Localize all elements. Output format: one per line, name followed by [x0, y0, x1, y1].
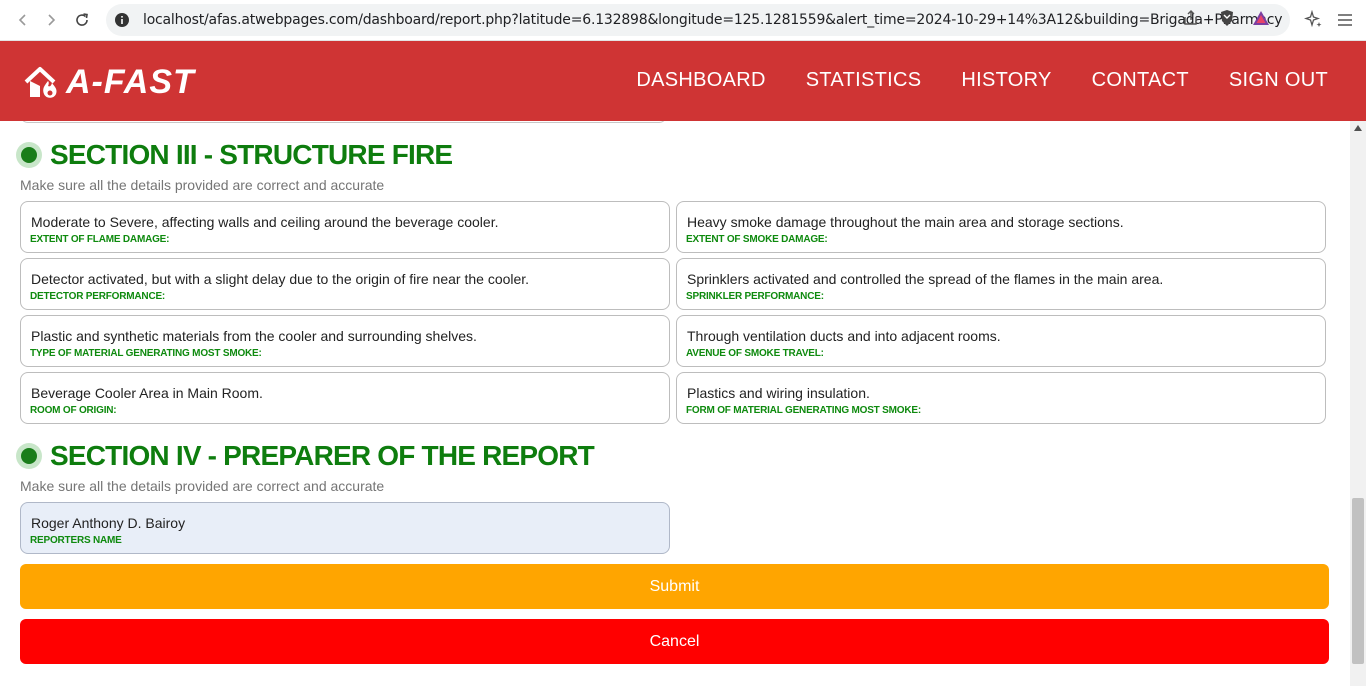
field-label: SPRINKLER PERFORMANCE: [686, 291, 824, 302]
app-header: A-FAST DASHBOARD STATISTICS HISTORY CONT… [0, 41, 1366, 121]
field-label: DETECTOR PERFORMANCE: [30, 291, 166, 302]
address-bar[interactable]: localhost/afas.atwebpages.com/dashboard/… [106, 4, 1290, 36]
field-value: Plastic and synthetic materials from the… [31, 328, 477, 344]
brave-rewards-icon[interactable] [1252, 9, 1270, 27]
field-label: AVENUE OF SMOKE TRAVEL: [686, 348, 824, 359]
field-label: FORM OF MATERIAL GENERATING MOST SMOKE: [686, 405, 921, 416]
section-3-header: SECTION III - STRUCTURE FIRE [16, 139, 453, 171]
logo-text: A-FAST [66, 63, 195, 101]
section-4-header: SECTION IV - PREPARER OF THE REPORT [16, 440, 595, 472]
cancel-button[interactable]: Cancel [20, 619, 1329, 664]
detector-performance-field[interactable]: Detector activated, but with a slight de… [20, 258, 670, 310]
forward-icon[interactable] [40, 9, 62, 31]
nav-contact[interactable]: CONTACT [1092, 69, 1189, 92]
section-4-subtitle: Make sure all the details provided are c… [20, 478, 385, 494]
menu-icon[interactable] [1335, 10, 1355, 30]
back-icon[interactable] [12, 9, 34, 31]
form-of-material-field[interactable]: Plastics and wiring insulation. FORM OF … [676, 372, 1326, 424]
field-value: Roger Anthony D. Bairoy [31, 515, 186, 531]
field-value: Moderate to Severe, affecting walls and … [31, 214, 499, 230]
field-value: Heavy smoke damage throughout the main a… [687, 214, 1124, 230]
section-4-title: SECTION IV - PREPARER OF THE REPORT [50, 440, 595, 471]
nav-history[interactable]: HISTORY [961, 69, 1051, 92]
logo[interactable]: A-FAST [24, 63, 195, 102]
section-bullet-icon [16, 142, 42, 168]
material-most-smoke-field[interactable]: Plastic and synthetic materials from the… [20, 315, 670, 367]
field-label: ROOM OF ORIGIN: [30, 405, 117, 416]
vertical-scrollbar[interactable] [1350, 121, 1366, 686]
field-label: EXTENT OF FLAME DAMAGE: [30, 234, 170, 245]
room-of-origin-field[interactable]: Beverage Cooler Area in Main Room. ROOM … [20, 372, 670, 424]
site-info-icon[interactable] [114, 12, 130, 28]
reload-icon[interactable] [71, 9, 93, 31]
section-bullet-icon [16, 443, 42, 469]
reporter-name-field[interactable]: Roger Anthony D. Bairoy REPORTERS NAME [20, 502, 670, 554]
house-fire-icon [24, 66, 57, 98]
section-3-title: SECTION III - STRUCTURE FIRE [50, 139, 453, 170]
field-label: TYPE OF MATERIAL GENERATING MOST SMOKE: [30, 348, 262, 359]
field-label: EXTENT OF SMOKE DAMAGE: [686, 234, 828, 245]
smoke-damage-field[interactable]: Heavy smoke damage throughout the main a… [676, 201, 1326, 253]
report-form: SECTION III - STRUCTURE FIRE Make sure a… [0, 121, 1350, 686]
field-value: Sprinklers activated and controlled the … [687, 271, 1164, 287]
field-value: Detector activated, but with a slight de… [31, 271, 530, 287]
submit-button[interactable]: Submit [20, 564, 1329, 609]
nav-statistics[interactable]: STATISTICS [806, 69, 922, 92]
nav-dashboard[interactable]: DASHBOARD [636, 69, 765, 92]
scroll-thumb[interactable] [1352, 498, 1364, 664]
sparkle-icon[interactable] [1304, 10, 1324, 30]
nav-sign-out[interactable]: SIGN OUT [1229, 69, 1328, 92]
field-value: Plastics and wiring insulation. [687, 385, 870, 401]
scroll-up-icon[interactable] [1354, 125, 1362, 131]
brave-shield-icon[interactable] [1218, 9, 1236, 27]
section-3-subtitle: Make sure all the details provided are c… [20, 177, 385, 193]
flame-damage-field[interactable]: Moderate to Severe, affecting walls and … [20, 201, 670, 253]
smoke-travel-field[interactable]: Through ventilation ducts and into adjac… [676, 315, 1326, 367]
main-nav: DASHBOARD STATISTICS HISTORY CONTACT SIG… [636, 69, 1328, 92]
field-label: REPORTERS NAME [30, 535, 122, 546]
url-text: localhost/afas.atwebpages.com/dashboard/… [143, 12, 1283, 28]
field-value: Beverage Cooler Area in Main Room. [31, 385, 263, 401]
previous-field[interactable] [20, 121, 667, 123]
sprinkler-performance-field[interactable]: Sprinklers activated and controlled the … [676, 258, 1326, 310]
browser-toolbar: localhost/afas.atwebpages.com/dashboard/… [0, 0, 1366, 41]
field-value: Through ventilation ducts and into adjac… [687, 328, 1001, 344]
share-icon[interactable] [1182, 9, 1200, 27]
